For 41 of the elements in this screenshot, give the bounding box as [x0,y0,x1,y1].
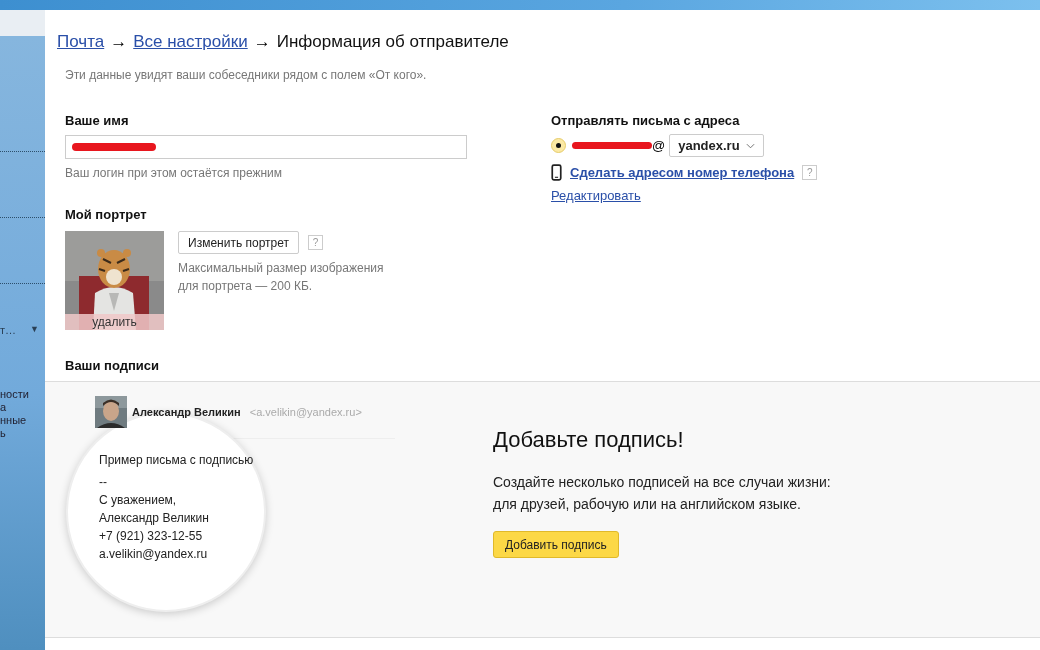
field-label: Ваше имя [65,113,130,128]
field-label: Отправлять письма с адреса [551,113,741,128]
radio-button[interactable] [551,138,566,153]
description-text: Эти данные увидят ваши собеседники рядом с полем «От кого». [65,68,428,82]
change-portrait-button[interactable]: Изменить портрет [178,231,299,254]
signature-line: -- [99,474,108,491]
promo-text: для друзей, рабочую или на английском языке. [493,495,802,514]
sidebar-text: ности [0,388,30,401]
breadcrumb-link[interactable]: Все настройки [133,32,248,52]
breadcrumb-link[interactable]: Почта [57,32,105,52]
phone-icon [551,164,562,181]
phone-address-link[interactable]: Сделать адресом номер телефона [570,165,795,180]
at-sign: @ [652,138,666,153]
page-title: Информация об отправителе [276,32,509,52]
sidebar-item[interactable]: т… [0,324,17,336]
delete-link[interactable]: удалить [65,314,164,330]
sidebar-text: а [0,401,8,414]
edit-link[interactable]: Редактировать [551,188,1020,203]
hint-text: Ваш логин при этом остаётся прежним [65,166,284,180]
signature-line: a.velikin@yandex.ru [99,546,209,563]
promo-title: Добавьте подпись! [493,427,685,453]
note-text: для портрета — 200 КБ. [178,278,314,295]
promo-text: Создайте несколько подписей на все случаи жизни: [493,473,831,492]
section-label: Мой портрет [65,207,148,222]
sidebar-text: ь [0,427,7,440]
signature-line: Александр Великин [99,510,210,527]
breadcrumb-separator: → [110,32,128,52]
signature-line: С уважением, [99,492,178,509]
chevron-icon [745,142,755,149]
add-signature-button[interactable]: Добавить подпись [493,531,619,558]
signature-line: Пример письма с подписью [99,452,255,469]
sender-email: <a.velikin@yandex.ru> [249,406,362,418]
caret-icon[interactable]: ▼ [30,324,39,336]
note-text: Максимальный размер изображения [178,260,384,277]
sender-name: Александр Великин [132,406,241,418]
breadcrumb-separator: → [253,32,271,52]
section-label: Ваши подписи [65,358,160,373]
sidebar-text: нные [0,414,28,427]
domain-select[interactable]: yandex.ru [669,134,764,157]
signature-line: +7 (921) 323-12-55 [99,528,204,545]
name-input-field[interactable] [65,135,467,159]
